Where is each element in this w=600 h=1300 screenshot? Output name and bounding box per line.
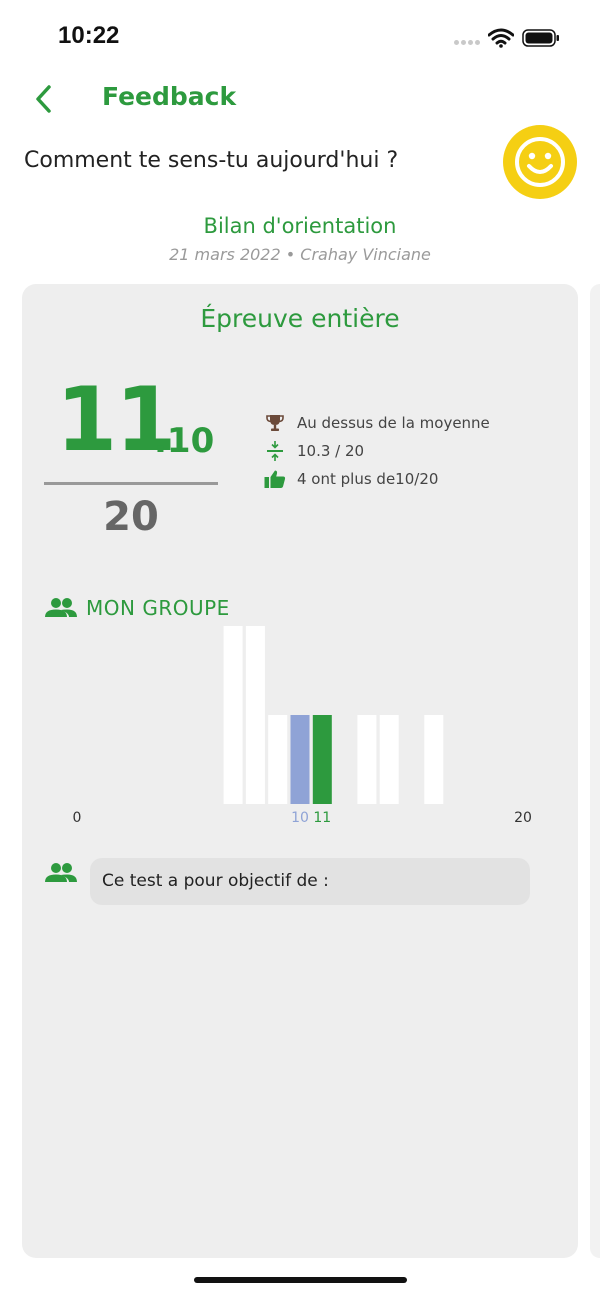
page-title: Feedback	[102, 82, 237, 111]
average-icon	[262, 440, 288, 462]
chevron-left-icon	[36, 85, 51, 113]
home-indicator[interactable]	[194, 1277, 407, 1283]
marker-label-average: 10	[291, 810, 309, 826]
chart-bar-other	[357, 715, 377, 804]
score-max: 20	[103, 494, 159, 540]
cellular-signal-icon	[454, 40, 482, 46]
stat-above-average: Au dessus de la moyenne	[262, 412, 490, 434]
stat-text: 10.3 / 20	[297, 442, 365, 460]
chart-bar-other	[223, 626, 243, 804]
chart-bar-other	[424, 715, 444, 804]
description-text: Ce test a pour objectif de :	[102, 871, 329, 891]
status-bar: 10:22	[0, 0, 600, 70]
chart-bar-other	[245, 626, 265, 804]
stat-above-ten: 4 ont plus de10/20	[262, 468, 438, 490]
back-button[interactable]	[28, 82, 58, 116]
result-card[interactable]: Épreuve entière 11 .10 20 Au dessus de l…	[22, 284, 578, 1258]
group-distribution-chart: 0 20 10 11	[73, 626, 532, 826]
section-title: Épreuve entière	[200, 304, 400, 333]
wifi-icon	[488, 28, 514, 48]
description-bubble[interactable]: Ce test a pour objectif de :	[90, 858, 530, 905]
stat-average: 10.3 / 20	[262, 440, 364, 462]
stat-text: 4 ont plus de10/20	[297, 470, 439, 488]
thumbs-up-icon	[262, 468, 288, 490]
chart-bar-other	[268, 715, 288, 804]
x-tick-label: 0	[73, 810, 82, 826]
test-meta: 21 mars 2022 • Crahay Vinciane	[169, 245, 431, 264]
trophy-icon	[262, 412, 288, 434]
score-divider	[44, 482, 218, 485]
chart-bar-score	[312, 715, 332, 804]
x-tick-label: 20	[514, 810, 532, 826]
smiley-mood-button[interactable]	[503, 125, 577, 199]
test-title: Bilan d'orientation	[203, 214, 397, 238]
group-icon	[44, 862, 78, 888]
stat-text: Au dessus de la moyenne	[297, 414, 490, 432]
status-time: 10:22	[58, 22, 120, 49]
chart-bar-average	[290, 715, 310, 804]
marker-label-score: 11	[313, 810, 331, 826]
battery-icon	[522, 29, 559, 47]
smiley-icon	[515, 137, 565, 187]
mood-question: Comment te sens-tu aujourd'hui ?	[24, 148, 399, 173]
next-card-peek[interactable]	[590, 284, 600, 1258]
score-decimal: .10	[154, 421, 215, 461]
chart-bar-other	[379, 715, 399, 804]
